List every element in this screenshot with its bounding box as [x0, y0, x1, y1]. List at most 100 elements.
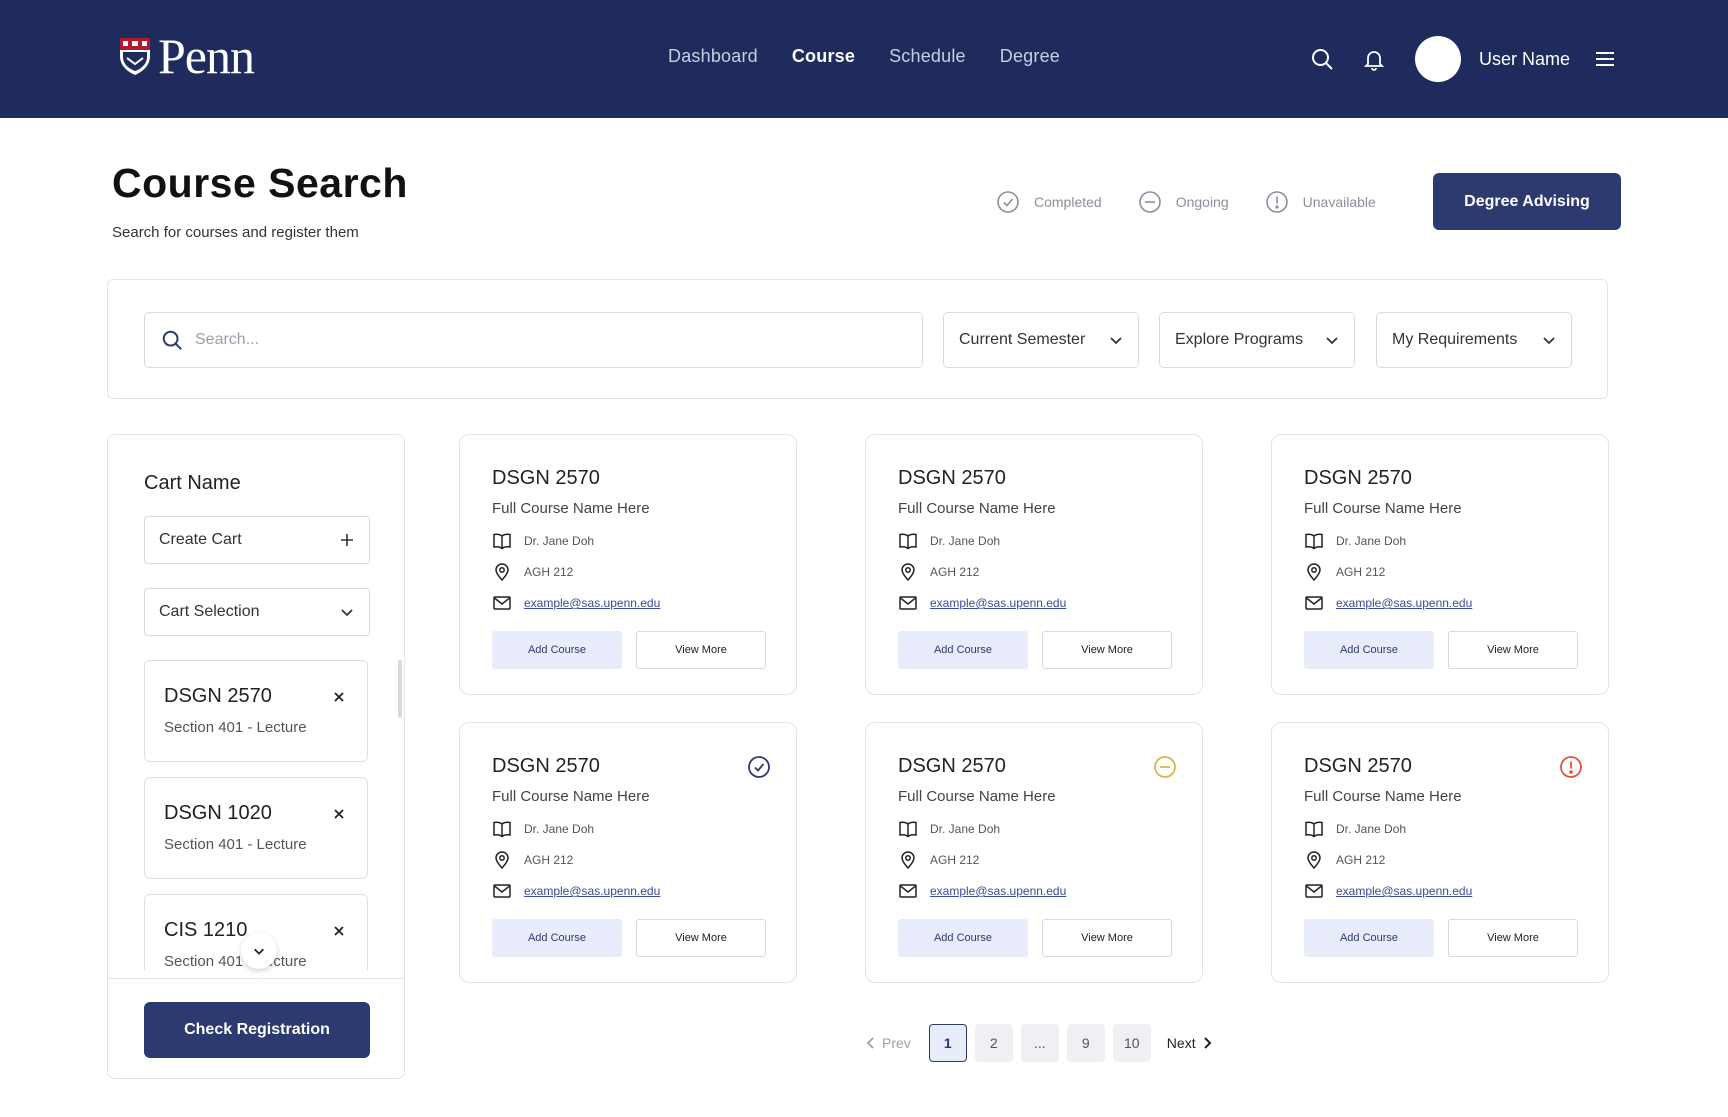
minus-circle-icon [1138, 191, 1161, 213]
cart-item-section: Section 401 - Lecture [164, 836, 307, 853]
legend-completed-label: Completed [1034, 194, 1102, 210]
location-pin-icon [495, 563, 509, 582]
search-bar[interactable] [144, 312, 923, 368]
email-link[interactable]: example@sas.upenn.edu [1336, 596, 1472, 610]
semester-dropdown-label: Current Semester [959, 331, 1086, 348]
email-link[interactable]: example@sas.upenn.edu [930, 596, 1066, 610]
instructor-name: Dr. Jane Doh [524, 822, 595, 836]
menu-icon[interactable] [1592, 46, 1618, 72]
nav-degree[interactable]: Degree [1000, 46, 1060, 67]
view-more-button[interactable]: View More [636, 919, 766, 957]
email-row: example@sas.upenn.edu [1304, 881, 1472, 901]
instructor-name: Dr. Jane Doh [1336, 534, 1407, 548]
add-course-button[interactable]: Add Course [1304, 631, 1434, 669]
course-code: DSGN 2570 [1304, 755, 1412, 777]
chevron-left-icon [866, 1037, 874, 1049]
add-course-button[interactable]: Add Course [492, 631, 622, 669]
room-label: AGH 212 [524, 565, 574, 579]
view-more-button[interactable]: View More [1042, 919, 1172, 957]
page-title: Course Search [112, 160, 408, 206]
add-course-button[interactable]: Add Course [1304, 919, 1434, 957]
chevron-down-icon [1110, 337, 1122, 345]
email-link[interactable]: example@sas.upenn.edu [524, 596, 660, 610]
location-pin-icon [1307, 851, 1321, 870]
add-course-button[interactable]: Add Course [898, 919, 1028, 957]
close-icon[interactable] [331, 806, 347, 822]
cart-selection-dropdown[interactable]: Cart Selection [144, 588, 370, 636]
next-page-button[interactable]: Next [1167, 1035, 1214, 1051]
cart-selection-label: Cart Selection [159, 603, 260, 620]
divider [108, 978, 404, 979]
cart-item[interactable]: DSGN 1020 Section 401 - Lecture [144, 777, 368, 879]
close-icon[interactable] [331, 689, 347, 705]
cart-items-list[interactable]: DSGN 2570 Section 401 - Lecture DSGN 102… [144, 660, 370, 970]
course-card[interactable]: DSGN 2570 Full Course Name Here Dr. Jane D… [865, 722, 1203, 983]
search-icon[interactable] [1309, 46, 1335, 72]
bell-icon[interactable] [1361, 46, 1387, 72]
close-icon[interactable] [331, 923, 347, 939]
page-button[interactable]: 2 [974, 1024, 1013, 1062]
email-link[interactable]: example@sas.upenn.edu [1336, 884, 1472, 898]
cart-item-section: Section 401 - Lecture [164, 953, 307, 970]
user-name[interactable]: User Name [1479, 49, 1570, 70]
book-icon [493, 821, 511, 838]
course-card[interactable]: DSGN 2570 Full Course Name Here Dr. Jane D… [1271, 434, 1609, 695]
course-code: DSGN 2570 [492, 467, 600, 489]
create-cart-button[interactable]: Create Cart [144, 516, 370, 564]
course-card[interactable]: DSGN 2570 Full Course Name Here Dr. Jane D… [865, 434, 1203, 695]
penn-logo[interactable]: Penn [118, 31, 255, 81]
location-row: AGH 212 [1304, 850, 1385, 870]
header-actions: User Name [1309, 36, 1618, 82]
add-course-button[interactable]: Add Course [492, 919, 622, 957]
location-pin-icon [1307, 563, 1321, 582]
requirements-dropdown[interactable]: My Requirements [1376, 312, 1572, 368]
cart-item[interactable]: DSGN 2570 Section 401 - Lecture [144, 660, 368, 762]
prev-page-button[interactable]: Prev [864, 1035, 911, 1051]
instructor-row: Dr. Jane Doh [492, 531, 594, 551]
email-link[interactable]: example@sas.upenn.edu [930, 884, 1066, 898]
view-more-button[interactable]: View More [1448, 919, 1578, 957]
view-more-button[interactable]: View More [636, 631, 766, 669]
page-button[interactable]: 10 [1112, 1024, 1151, 1062]
nav-schedule[interactable]: Schedule [889, 46, 966, 67]
check-registration-button[interactable]: Check Registration [144, 1002, 370, 1058]
add-course-button[interactable]: Add Course [898, 631, 1028, 669]
main-nav: Dashboard Course Schedule Degree [668, 46, 1060, 67]
semester-dropdown[interactable]: Current Semester [943, 312, 1139, 368]
mail-icon [899, 596, 917, 610]
course-card[interactable]: DSGN 2570 Full Course Name Here Dr. Jane D… [459, 722, 797, 983]
course-card[interactable]: DSGN 2570 Full Course Name Here Dr. Jane D… [1271, 722, 1609, 983]
nav-course[interactable]: Course [792, 46, 855, 67]
scroll-down-button[interactable] [241, 933, 277, 969]
instructor-name: Dr. Jane Doh [1336, 822, 1407, 836]
course-card[interactable]: DSGN 2570 Full Course Name Here Dr. Jane D… [459, 434, 797, 695]
legend-ongoing: Ongoing [1138, 190, 1229, 214]
status-legend: Completed Ongoing Unavailable [996, 190, 1376, 214]
instructor-row: Dr. Jane Doh [898, 531, 1000, 551]
course-name: Full Course Name Here [898, 788, 1056, 805]
email-row: example@sas.upenn.edu [492, 881, 660, 901]
cart-scrollbar[interactable] [398, 660, 402, 718]
course-name: Full Course Name Here [1304, 788, 1462, 805]
cart-item-code: DSGN 2570 [164, 685, 272, 707]
avatar[interactable] [1414, 36, 1461, 82]
nav-dashboard[interactable]: Dashboard [668, 46, 758, 67]
page-button[interactable]: 9 [1066, 1024, 1105, 1062]
instructor-row: Dr. Jane Doh [898, 819, 1000, 839]
search-input[interactable] [195, 331, 895, 349]
book-icon [493, 533, 511, 550]
email-link[interactable]: example@sas.upenn.edu [524, 884, 660, 898]
degree-advising-button[interactable]: Degree Advising [1433, 173, 1621, 230]
email-row: example@sas.upenn.edu [898, 593, 1066, 613]
programs-dropdown[interactable]: Explore Programs [1159, 312, 1355, 368]
chevron-down-icon [1326, 337, 1338, 345]
page-button[interactable]: 1 [928, 1024, 967, 1062]
chevron-down-icon [1543, 337, 1555, 345]
view-more-button[interactable]: View More [1448, 631, 1578, 669]
mail-icon [899, 884, 917, 898]
instructor-row: Dr. Jane Doh [1304, 819, 1406, 839]
mail-icon [493, 596, 511, 610]
view-more-button[interactable]: View More [1042, 631, 1172, 669]
book-icon [1305, 821, 1323, 838]
course-code: DSGN 2570 [1304, 467, 1412, 489]
